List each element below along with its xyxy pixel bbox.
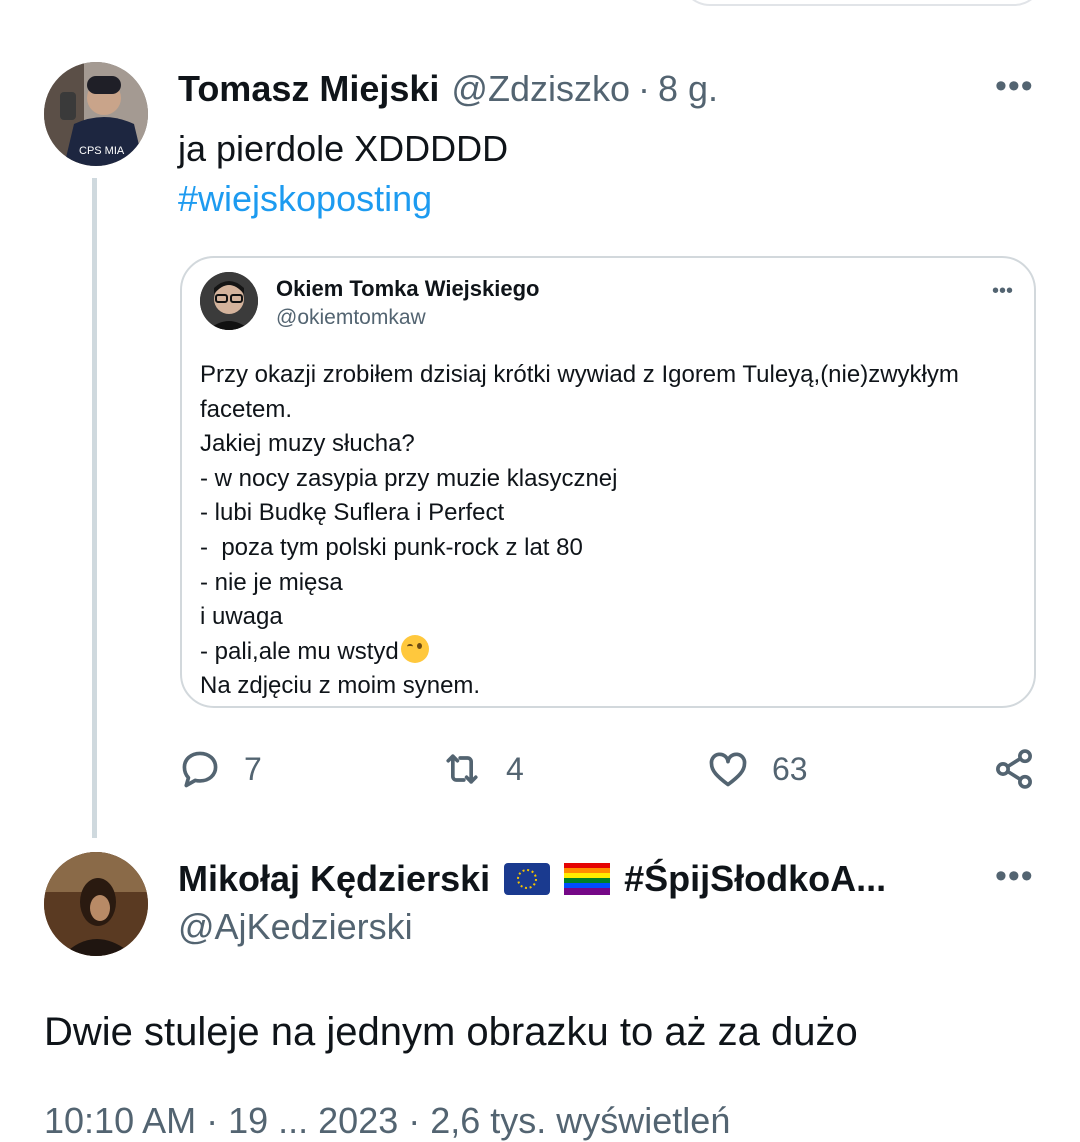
quoted-tweet[interactable]: Okiem Tomka Wiejskiego @okiemtomkaw ••• … (180, 256, 1036, 708)
retweet-icon (446, 754, 478, 784)
quote-line: Przy okazji zrobiłem dzisiaj krótki wywi… (200, 361, 959, 388)
heart-icon (709, 752, 747, 787)
thread-line (92, 178, 97, 838)
like-count: 63 (772, 750, 808, 787)
eu-flag-icon (504, 863, 551, 895)
tweet-time[interactable]: 8 g. (658, 68, 718, 110)
quote-line-text: - pali,ale mu wstyd (200, 637, 399, 665)
quote-line: Na zdjęciu z moim synem. (200, 672, 481, 700)
reply-text: Dwie stuleje na jednym obrazku to aż za … (44, 1010, 858, 1054)
quote-line: - lubi Budkę Suflera i Perfect (200, 499, 505, 527)
reply-author-handle[interactable]: @AjKedzierski (178, 906, 413, 948)
quote-body: Przy okazji zrobiłem dzisiaj krótki wywi… (200, 358, 1020, 704)
quote-line: facetem. (200, 395, 293, 423)
reply-button[interactable]: 7 (178, 746, 262, 792)
hashtag-link[interactable]: #wiejskoposting (178, 174, 508, 224)
reply-timestamp: 10:10 AM · 19 ... 2023 · 2,6 tys. wyświe… (44, 1100, 731, 1141)
quote-line: Jakiej muzy słucha? (200, 430, 415, 458)
reply-author-suffix: #ŚpijSłodkoA... (624, 858, 887, 899)
quote-avatar (200, 272, 258, 330)
quote-author-handle: @okiemtomkaw (276, 306, 426, 329)
tweet-body: ja pierdole XDDDDD (178, 128, 509, 169)
rainbow-flag-icon (564, 863, 611, 895)
quote-author-name: Okiem Tomka Wiejskiego (276, 276, 540, 301)
reply-avatar[interactable] (44, 852, 148, 956)
share-icon (996, 749, 1032, 789)
quote-line: i uwaga (200, 603, 283, 631)
like-button[interactable]: 63 (706, 746, 808, 792)
tweet-text: ja pierdole XDDDDD #wiejskoposting (178, 124, 508, 224)
quote-line: - poza tym polski punk-rock z lat 80 (200, 533, 583, 561)
retweet-button[interactable]: 4 (440, 746, 524, 792)
svg-text:CPS MIA: CPS MIA (79, 145, 125, 157)
retweet-count: 4 (506, 750, 524, 787)
wink-emoji-icon (400, 634, 429, 663)
reply-more-icon[interactable]: ••• (995, 859, 1034, 893)
quote-line: - pali,ale mu wstyd (200, 634, 1020, 670)
share-button[interactable] (992, 746, 1036, 792)
previous-element-edge (680, 0, 1044, 6)
more-icon[interactable]: ••• (995, 69, 1034, 103)
quote-line: - nie je mięsa (200, 568, 343, 596)
quote-more-icon: ••• (992, 280, 1014, 302)
tweet-header: Tomasz Miejski @Zdziszko · 8 g. (178, 64, 718, 114)
reply-count: 7 (244, 750, 262, 787)
reply-author: Mikołaj Kędzierski #ŚpijSłodkoA... (178, 854, 886, 904)
quote-line: - w nocy zasypia przy muzie klasycznej (200, 464, 618, 492)
separator: · (638, 68, 650, 109)
action-bar: 7 4 63 (178, 746, 1038, 796)
reply-author-name[interactable]: Mikołaj Kędzierski (178, 858, 490, 900)
author-handle[interactable]: @Zdziszko (451, 68, 630, 110)
reply-icon (182, 751, 218, 788)
author-name[interactable]: Tomasz Miejski (178, 68, 439, 110)
avatar[interactable]: CPS MIA (44, 62, 148, 166)
